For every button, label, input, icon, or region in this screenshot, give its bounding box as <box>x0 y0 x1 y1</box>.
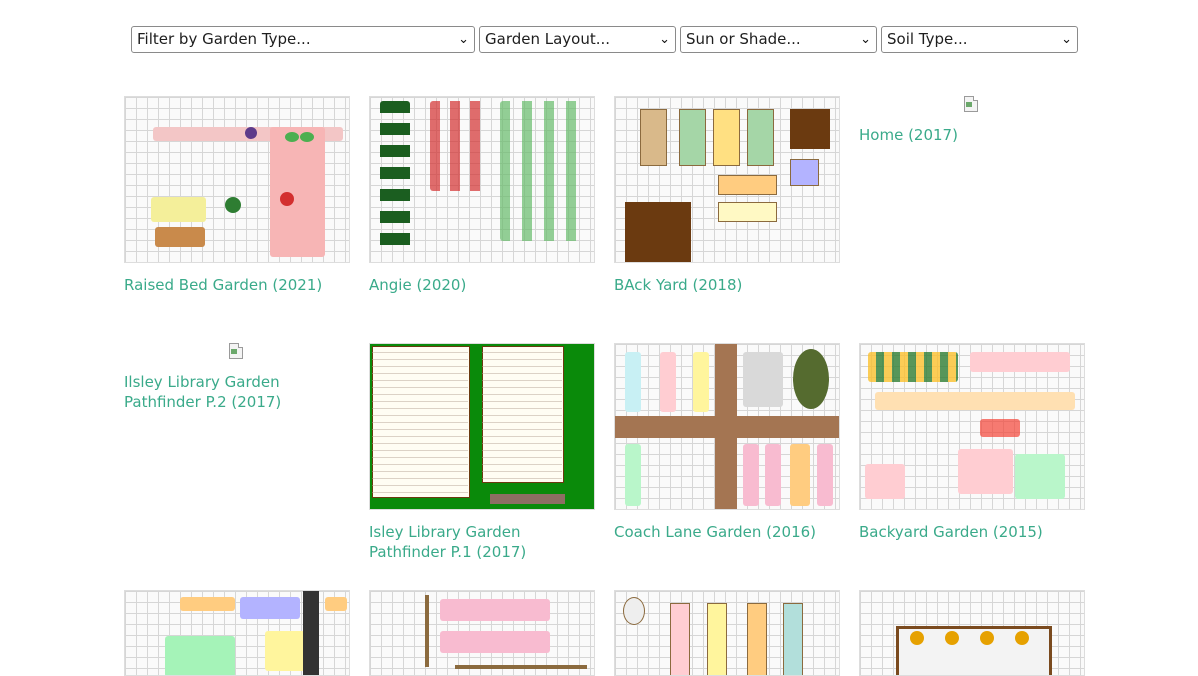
garden-card[interactable] <box>859 590 1085 676</box>
garden-thumbnail[interactable] <box>614 343 840 510</box>
chevron-down-icon: ⌄ <box>860 32 871 47</box>
garden-card[interactable]: Home (2017) <box>859 96 1085 145</box>
chevron-down-icon: ⌄ <box>1061 32 1072 47</box>
garden-thumbnail[interactable] <box>614 590 840 676</box>
garden-layout-select[interactable]: Garden Layout... ⌄ <box>479 26 676 53</box>
garden-card[interactable] <box>369 590 595 676</box>
garden-card[interactable] <box>614 590 840 676</box>
garden-thumbnail[interactable] <box>369 96 595 263</box>
garden-layout-select-value: Garden Layout... <box>485 30 611 48</box>
soil-type-select-value: Soil Type... <box>887 30 968 48</box>
garden-card[interactable]: Angie (2020) <box>369 96 595 295</box>
garden-title-link[interactable]: Backyard Garden (2015) <box>859 522 1085 542</box>
garden-title-link[interactable]: Raised Bed Garden (2021) <box>124 275 350 295</box>
soil-type-select[interactable]: Soil Type... ⌄ <box>881 26 1078 53</box>
garden-card[interactable] <box>124 590 350 676</box>
garden-card[interactable]: Raised Bed Garden (2021) <box>124 96 350 295</box>
garden-title-link[interactable]: Ilsley Library Garden Pathfinder P.2 (20… <box>124 372 350 412</box>
garden-card[interactable]: Ilsley Library Garden Pathfinder P.2 (20… <box>124 343 350 412</box>
garden-thumbnail[interactable] <box>859 590 1085 676</box>
garden-thumbnail[interactable] <box>614 96 840 263</box>
broken-image-icon <box>228 343 244 359</box>
garden-thumbnail[interactable] <box>124 96 350 263</box>
garden-title-link[interactable]: Isley Library Garden Pathfinder P.1 (201… <box>369 522 595 562</box>
garden-card[interactable]: Isley Library Garden Pathfinder P.1 (201… <box>369 343 595 562</box>
garden-title-link[interactable]: Home (2017) <box>859 125 1085 145</box>
garden-title-link[interactable]: Angie (2020) <box>369 275 595 295</box>
garden-thumbnail[interactable] <box>369 343 595 510</box>
garden-card[interactable]: Backyard Garden (2015) <box>859 343 1085 542</box>
garden-title-link[interactable]: BAck Yard (2018) <box>614 275 840 295</box>
garden-thumbnail[interactable] <box>124 590 350 676</box>
garden-type-select[interactable]: Filter by Garden Type... ⌄ <box>131 26 475 53</box>
chevron-down-icon: ⌄ <box>458 32 469 47</box>
garden-card[interactable]: Coach Lane Garden (2016) <box>614 343 840 542</box>
garden-title-link[interactable]: Coach Lane Garden (2016) <box>614 522 840 542</box>
garden-thumbnail[interactable] <box>859 343 1085 510</box>
garden-card[interactable]: BAck Yard (2018) <box>614 96 840 295</box>
sun-shade-select[interactable]: Sun or Shade... ⌄ <box>680 26 877 53</box>
garden-type-select-value: Filter by Garden Type... <box>137 30 311 48</box>
sun-shade-select-value: Sun or Shade... <box>686 30 801 48</box>
broken-image-icon <box>963 96 979 112</box>
chevron-down-icon: ⌄ <box>659 32 670 47</box>
garden-thumbnail[interactable] <box>369 590 595 676</box>
